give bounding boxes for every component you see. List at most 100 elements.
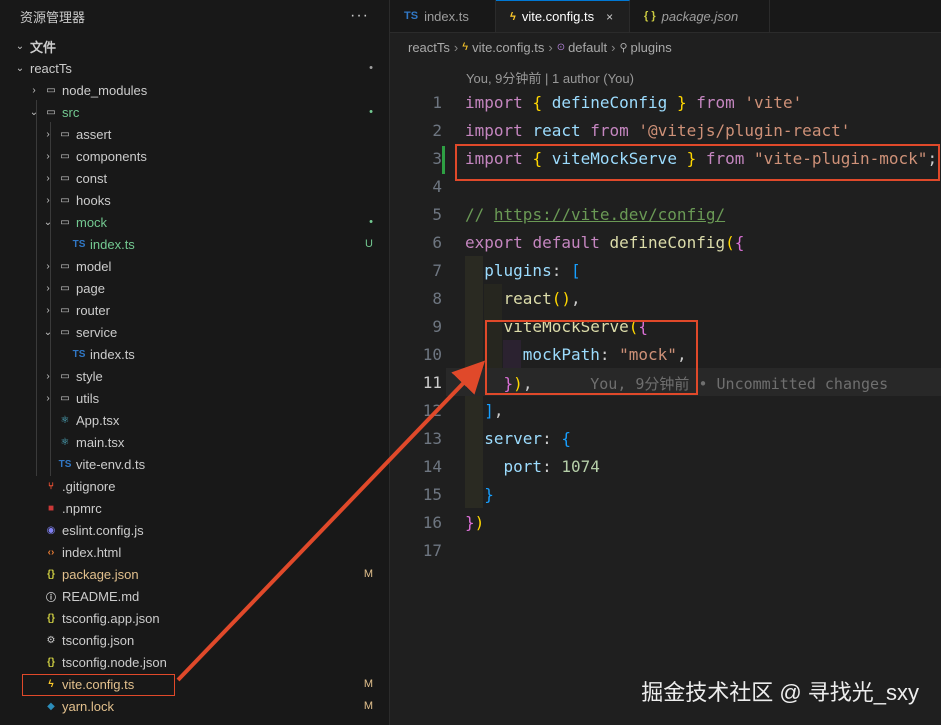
info-icon: ⓘ (46, 592, 56, 604)
chevron-down-icon: ⌄ (43, 326, 53, 338)
tree-item[interactable]: TS vite-env.d.ts (0, 453, 389, 475)
line-number: 7 (432, 260, 442, 280)
tree-item[interactable]: ⚛ main.tsx (0, 431, 389, 453)
line-number: 6 (432, 232, 442, 252)
line-number: 9 (432, 316, 442, 336)
chevron-right-icon: › (46, 172, 50, 184)
code-line-2[interactable]: import react from '@vitejs/plugin-react' (465, 121, 850, 140)
folder-icon: ▭ (60, 304, 70, 316)
token: 1074 (561, 457, 600, 476)
token: 'vite' (744, 93, 803, 112)
tree-item[interactable]: ◉ eslint.config.js (0, 519, 389, 541)
tree-item-label: page (76, 280, 105, 296)
tree-item[interactable]: › ▭ page (0, 277, 389, 299)
tree-item[interactable]: › ▭ hooks (0, 189, 389, 211)
close-icon[interactable]: × (606, 10, 613, 24)
section-files[interactable]: ⌄ 文件 (0, 35, 389, 57)
react-icon: ⚛ (60, 436, 70, 448)
token: import (465, 121, 523, 140)
tab-index-ts[interactable]: TS index.ts (390, 0, 496, 32)
tree-item-label: router (76, 302, 110, 318)
code-line-5[interactable]: // https://vite.dev/config/ (465, 205, 725, 224)
tree-item[interactable]: TS index.ts (0, 343, 389, 365)
tab-package-json[interactable]: { } package.json (630, 0, 770, 32)
tree-item[interactable]: {} tsconfig.app.json (0, 607, 389, 629)
token: { (561, 429, 571, 448)
explorer-sidebar: 资源管理器 ··· ⌄ 文件 ⌄ reactTs • › ▭ node_modules ⌄ ▭… (0, 0, 390, 725)
git-status-badge: • (369, 106, 373, 118)
folder-icon: ▭ (60, 150, 70, 162)
comment-link[interactable]: https://vite.dev/config/ (494, 205, 725, 224)
token: react (503, 289, 552, 308)
code-line-12[interactable]: ], (465, 401, 503, 420)
tree-item[interactable]: › ▭ router (0, 299, 389, 321)
line-number: 16 (422, 512, 442, 532)
chevron-down-icon: ⌄ (15, 40, 25, 52)
token: ) (474, 513, 485, 532)
tree-item[interactable]: ⚛ App.tsx (0, 409, 389, 431)
tree-item-label: tsconfig.node.json (62, 654, 167, 670)
chevron-right-icon: › (46, 128, 50, 140)
code-line-15[interactable]: } (465, 485, 494, 504)
tree-item[interactable]: ⌄ ▭ service (0, 321, 389, 343)
tree-item[interactable]: ⌄ reactTs • (0, 57, 389, 79)
eslint-icon: ◉ (46, 524, 56, 536)
explorer-title: 资源管理器 (20, 9, 86, 25)
tree-item[interactable]: ⌄ ▭ src • (0, 101, 389, 123)
tree-item[interactable]: {} package.json M (0, 563, 389, 585)
tree-item[interactable]: › ▭ model (0, 255, 389, 277)
code-line-7[interactable]: plugins: [ (465, 261, 580, 280)
code-line-6[interactable]: export default defineConfig({ (465, 233, 744, 252)
tree-item[interactable]: › ▭ const (0, 167, 389, 189)
line-number: 5 (432, 204, 442, 224)
tree-item-label: README.md (62, 588, 140, 604)
tree-item[interactable]: › ▭ node_modules (0, 79, 389, 101)
breadcrumb-item[interactable]: vite.config.ts (472, 40, 544, 55)
tree-item[interactable]: ■ .npmrc (0, 497, 389, 519)
token: port (503, 457, 543, 476)
token: ( (725, 233, 735, 252)
breadcrumb-item[interactable]: plugins (631, 40, 672, 55)
tree-item[interactable]: › ▭ style (0, 365, 389, 387)
tab-vite-config[interactable]: ϟ vite.config.ts × (496, 0, 630, 32)
tree-item[interactable]: ⚙ tsconfig.json (0, 629, 389, 651)
code-line-8[interactable]: react(), (465, 289, 581, 308)
tree-item[interactable]: ◆ yarn.lock M (0, 695, 389, 717)
tree-item[interactable]: {} tsconfig.node.json (0, 651, 389, 673)
chevron-right-icon: › (453, 39, 459, 55)
token: default (532, 233, 600, 252)
breadcrumb-item[interactable]: default (568, 40, 607, 55)
line-number: 1 (432, 92, 442, 112)
chevron-down-icon: ⌄ (43, 216, 53, 228)
blame-header[interactable]: You, 9分钟前 | 1 author (You) (466, 68, 634, 87)
json-icon: {} (47, 656, 55, 668)
more-actions-icon[interactable]: ··· (350, 7, 369, 25)
tree-item[interactable]: ⌄ ▭ mock • (0, 211, 389, 233)
line-number: 3 (432, 148, 442, 168)
code-line-14[interactable]: port: 1074 (465, 457, 600, 476)
tree-item[interactable]: TS index.ts U (0, 233, 389, 255)
code-line-13[interactable]: server: { (465, 429, 571, 448)
git-status-badge: • (369, 62, 373, 74)
chevron-down-icon: ⌄ (29, 106, 39, 118)
line-number: 13 (422, 428, 442, 448)
token: { (532, 93, 543, 112)
wrench-icon: ⚲ (619, 41, 628, 54)
tree-item[interactable]: ⓘ README.md (0, 585, 389, 607)
folder-icon: ▭ (60, 370, 70, 382)
tree-item[interactable]: ⑂ .gitignore (0, 475, 389, 497)
chevron-right-icon: › (46, 304, 50, 316)
tree-item[interactable]: › ▭ assert (0, 123, 389, 145)
tree-item[interactable]: › ▭ utils (0, 387, 389, 409)
tree-item-label: package.json (62, 566, 139, 582)
code-line-1[interactable]: import { defineConfig } from 'vite' (465, 93, 802, 112)
breadcrumb-item[interactable]: reactTs (408, 40, 450, 55)
git-status-badge: M (363, 678, 373, 690)
code-line-16[interactable]: }) (465, 513, 484, 532)
tree-item[interactable]: › ▭ components (0, 145, 389, 167)
tree-item-label: .gitignore (62, 478, 116, 494)
line-number: 15 (422, 484, 442, 504)
line-number-row: 17 (390, 536, 941, 564)
html-icon: ‹› (47, 546, 55, 558)
tree-item[interactable]: ‹› index.html (0, 541, 389, 563)
